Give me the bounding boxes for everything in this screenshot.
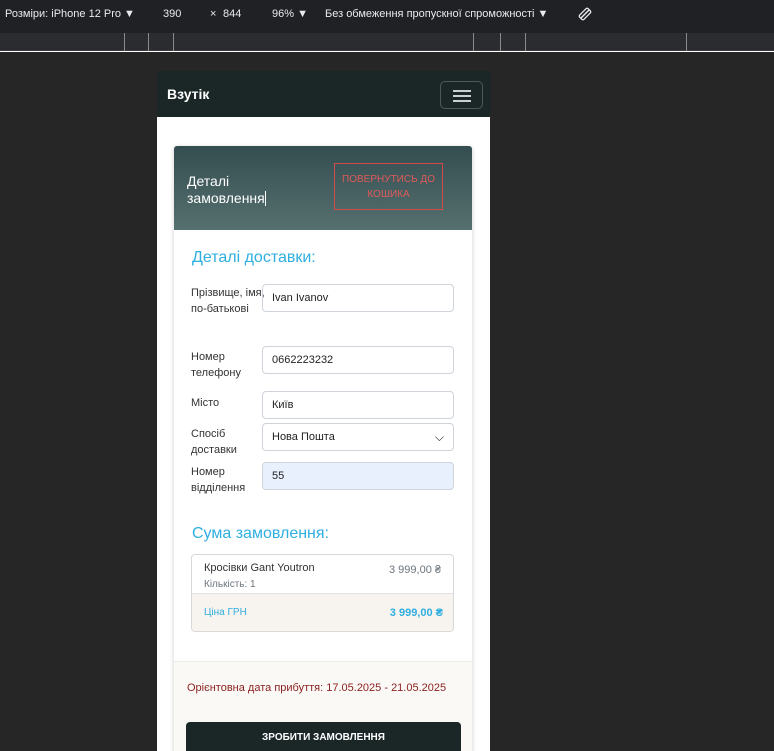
back-to-cart-button[interactable]: ПОВЕРНУТИСЬ ДО КОШИКА	[334, 163, 443, 210]
order-summary: Кросівки Gant Youtron Кількість: 1 3 999…	[191, 554, 454, 632]
delivery-heading: Деталі доставки:	[192, 249, 316, 266]
branch-number-label: Номер відділення	[191, 466, 246, 494]
city-input[interactable]: Київ	[262, 391, 454, 419]
height-field[interactable]: 844	[223, 8, 241, 20]
ruler-tick	[173, 33, 174, 51]
hamburger-icon	[453, 100, 471, 102]
summary-heading: Сума замовлення:	[192, 525, 329, 542]
chevron-down-icon: ⌵	[434, 430, 444, 444]
arrival-date-text: Орієнтовна дата прибуття: 17.05.2025 - 2…	[187, 682, 447, 694]
delivery-method-value: Нова Пошта	[272, 431, 335, 443]
fullname-label: Прізвище, імя, по-батькові	[191, 287, 265, 315]
media-query-ruler	[0, 33, 774, 51]
zoom-dropdown[interactable]: 96% ▼	[272, 8, 308, 20]
ruler-tick	[525, 33, 526, 51]
total-value: 3 999,00 ₴	[389, 607, 443, 619]
place-order-button[interactable]: ЗРОБИТИ ЗАМОВЛЕННЯ	[186, 722, 461, 751]
device-dimensions-dropdown[interactable]: Розміри: iPhone 12 Pro ▼	[5, 8, 135, 20]
branch-number-input[interactable]: 55	[262, 462, 454, 490]
hamburger-icon	[453, 90, 471, 92]
delivery-method-label: Спосіб доставки	[191, 428, 237, 456]
phone-input[interactable]: 0662223232	[262, 346, 454, 374]
fullname-input[interactable]: Ivan Ivanov	[262, 284, 454, 312]
card-header: Деталі замовлення ПОВЕРНУТИСЬ ДО КОШИКА	[174, 146, 472, 230]
delivery-method-select[interactable]: Нова Пошта ⌵	[262, 423, 454, 451]
hamburger-icon	[453, 95, 471, 97]
width-field[interactable]: 390	[163, 8, 181, 20]
devtools-toolbar: Розміри: iPhone 12 Pro ▼ 390 × 844 96% ▼…	[0, 0, 774, 51]
ruler-tick	[500, 33, 501, 51]
ruler-tick	[473, 33, 474, 51]
total-row: Ціна ГРН 3 999,00 ₴	[192, 593, 453, 631]
total-label: Ціна ГРН	[204, 607, 247, 618]
rotate-icon[interactable]	[577, 6, 593, 25]
throttling-dropdown[interactable]: Без обмеження пропускної спроможності ▼	[325, 8, 548, 20]
ruler-tick	[686, 33, 687, 51]
order-card: Деталі замовлення ПОВЕРНУТИСЬ ДО КОШИКА …	[174, 146, 472, 751]
navbar-toggler-button[interactable]	[440, 81, 483, 109]
product-quantity: Кількість: 1	[204, 579, 256, 590]
page-title: Деталі замовлення	[187, 173, 266, 206]
times-sign: ×	[210, 8, 217, 20]
card-footer: Орієнтовна дата прибуття: 17.05.2025 - 2…	[174, 661, 472, 751]
ruler-tick	[124, 33, 125, 51]
navbar: Взутік	[157, 71, 490, 117]
phone-label: Номер телефону	[191, 351, 241, 379]
product-name: Кросівки Gant Youtron	[204, 562, 315, 574]
device-viewport: Взутік Деталі замовлення ПОВЕРНУТИСЬ ДО …	[157, 71, 490, 751]
ruler-tick	[148, 33, 149, 51]
product-price: 3 999,00 ₴	[389, 564, 441, 576]
city-label: Місто	[191, 397, 220, 409]
brand-logo[interactable]: Взутік	[167, 86, 209, 102]
